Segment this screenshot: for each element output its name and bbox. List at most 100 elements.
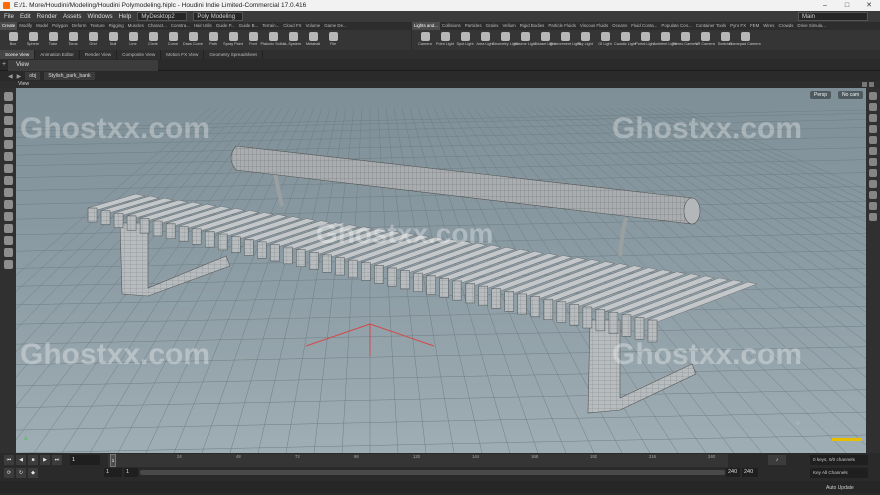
- start-field[interactable]: 1: [104, 468, 122, 477]
- pin-icon[interactable]: [862, 82, 867, 87]
- shelf-tab[interactable]: Collisions: [440, 22, 463, 30]
- snap-icon[interactable]: [3, 176, 13, 185]
- shelf-tab[interactable]: Polygon: [50, 22, 70, 30]
- path-node[interactable]: Stylish_park_bank: [44, 72, 95, 80]
- view-tool-icon[interactable]: [3, 164, 13, 173]
- end-field-2[interactable]: 240: [742, 468, 758, 477]
- shelf-tool[interactable]: Null: [103, 30, 123, 47]
- edges-icon[interactable]: [3, 212, 13, 221]
- time-cursor[interactable]: 1: [110, 454, 116, 467]
- handle-tool-icon[interactable]: [3, 140, 13, 149]
- shelf-tool[interactable]: Metaball: [303, 30, 323, 47]
- back-icon[interactable]: ◀: [8, 73, 13, 80]
- desktop-selector[interactable]: MyDesktop2: [137, 12, 188, 21]
- frame-icon[interactable]: [869, 169, 877, 177]
- shelf-tool[interactable]: Circle: [143, 30, 163, 47]
- pane-tab[interactable]: Geometry Spreadsheet: [204, 50, 263, 59]
- shelf-tool[interactable]: Caustic Light: [614, 30, 636, 47]
- pose-tool-icon[interactable]: [3, 152, 13, 161]
- stop-icon[interactable]: ■: [28, 455, 38, 465]
- shelf-tab[interactable]: Crowds: [777, 22, 796, 30]
- shelf-tool[interactable]: Path: [203, 30, 223, 47]
- lighting-icon[interactable]: [869, 114, 877, 122]
- shelf-tab[interactable]: Constra...: [169, 22, 192, 30]
- shelf-tool[interactable]: GI Light: [595, 30, 615, 47]
- path-obj[interactable]: obj: [25, 72, 41, 80]
- shelf-tab[interactable]: Particles: [463, 22, 484, 30]
- shelf-tool[interactable]: Point Light: [435, 30, 455, 47]
- menu-file[interactable]: File: [4, 13, 14, 20]
- shelf-tool[interactable]: Tube: [43, 30, 63, 47]
- shelf-tool[interactable]: Draw Curve: [183, 30, 203, 47]
- shelf-tab[interactable]: Rigging: [107, 22, 126, 30]
- shelf-tab[interactable]: Terrain...: [260, 22, 281, 30]
- shelf-tool[interactable]: Sky Light: [575, 30, 595, 47]
- menu-render[interactable]: Render: [37, 13, 57, 20]
- shelf-tool[interactable]: Stereo Camera: [672, 30, 698, 47]
- visibility-icon[interactable]: [869, 180, 877, 188]
- shelf-tab[interactable]: Pyro FX: [728, 22, 748, 30]
- shelf-tab[interactable]: Texture: [88, 22, 106, 30]
- pane-tab[interactable]: Animation Editor: [35, 50, 80, 59]
- shelf-tool[interactable]: File: [323, 30, 343, 47]
- close-icon[interactable]: ✕: [858, 0, 880, 11]
- camera-icon[interactable]: [869, 147, 877, 155]
- main-desktop-selector[interactable]: Main: [798, 12, 868, 21]
- add-tab-icon[interactable]: +: [2, 61, 6, 68]
- shelf-tab[interactable]: Deform: [70, 22, 88, 30]
- shelf-tab[interactable]: Cloud FX: [281, 22, 303, 30]
- shelf-tool[interactable]: Grid: [83, 30, 103, 47]
- persp-menu[interactable]: Persp: [810, 91, 832, 99]
- magnet-icon[interactable]: [3, 248, 13, 257]
- shading-icon[interactable]: [869, 103, 877, 111]
- shelf-tool[interactable]: Torus: [63, 30, 83, 47]
- shelf-tool[interactable]: Spray Paint: [223, 30, 243, 47]
- shelf-tab[interactable]: Model: [34, 22, 50, 30]
- key-icon[interactable]: ◆: [28, 468, 38, 478]
- shelf-tool[interactable]: Sphere: [23, 30, 43, 47]
- ghost-icon[interactable]: [869, 136, 877, 144]
- shelf-tab[interactable]: Volume: [304, 22, 323, 30]
- shelf-tab[interactable]: Muscles: [126, 22, 146, 30]
- scale-tool-icon[interactable]: [3, 128, 13, 137]
- end-field[interactable]: 240: [726, 468, 740, 477]
- wireframe-icon[interactable]: [869, 125, 877, 133]
- points-icon[interactable]: [3, 200, 13, 209]
- select-tool-icon[interactable]: [3, 92, 13, 101]
- shelf-tab[interactable]: Viscous Fluids: [578, 22, 610, 30]
- jump-end-icon[interactable]: ⏭: [52, 455, 62, 465]
- camera-menu[interactable]: No cam: [838, 91, 864, 99]
- audio-icon[interactable]: ♪: [768, 455, 786, 465]
- shelf-tab[interactable]: Rigid Bodies: [518, 22, 547, 30]
- shelf-tab[interactable]: Particle Fluids: [546, 22, 578, 30]
- menu-assets[interactable]: Assets: [63, 13, 82, 20]
- start-field-2[interactable]: 1: [124, 468, 138, 477]
- frame-field[interactable]: 1: [70, 455, 100, 465]
- shelf-tool[interactable]: Gamepad Camera: [729, 30, 761, 47]
- shelf-tab[interactable]: Create: [0, 22, 18, 30]
- context-selector[interactable]: Poly Modeling: [193, 12, 244, 21]
- menu-windows[interactable]: Windows: [88, 13, 113, 20]
- shelf-tab[interactable]: Container Tools: [694, 22, 728, 30]
- menu-edit[interactable]: Edit: [20, 13, 31, 20]
- timeline-ruler[interactable]: 1 24 48 72 96 120 144 168 192 216 240: [108, 454, 728, 467]
- pane-tab[interactable]: Render View: [80, 50, 118, 59]
- shelf-tool[interactable]: Geometry Light: [492, 30, 518, 47]
- shelf-tab[interactable]: Populate Con...: [659, 22, 693, 30]
- jump-start-icon[interactable]: ⏮: [4, 455, 14, 465]
- forward-icon[interactable]: ▶: [17, 73, 22, 80]
- pane-tab[interactable]: Motion FX View: [161, 50, 205, 59]
- range-slider[interactable]: [140, 470, 725, 475]
- pane-tab[interactable]: Composite View: [117, 50, 162, 59]
- shelf-tab[interactable]: Guide B...: [237, 22, 261, 30]
- shelf-tool[interactable]: Box: [3, 30, 23, 47]
- shelf-tab[interactable]: Guide P...: [214, 22, 237, 30]
- loop-icon[interactable]: ↻: [16, 468, 26, 478]
- shelf-tab[interactable]: FEM: [748, 22, 761, 30]
- shelf-tab[interactable]: Modify: [17, 22, 34, 30]
- step-back-icon[interactable]: ◀: [16, 455, 26, 465]
- vertices-icon[interactable]: [3, 236, 13, 245]
- render-region-icon[interactable]: [3, 260, 13, 269]
- shelf-tab[interactable]: Charact...: [146, 22, 169, 30]
- key-all-button[interactable]: Key All Channels: [810, 468, 868, 478]
